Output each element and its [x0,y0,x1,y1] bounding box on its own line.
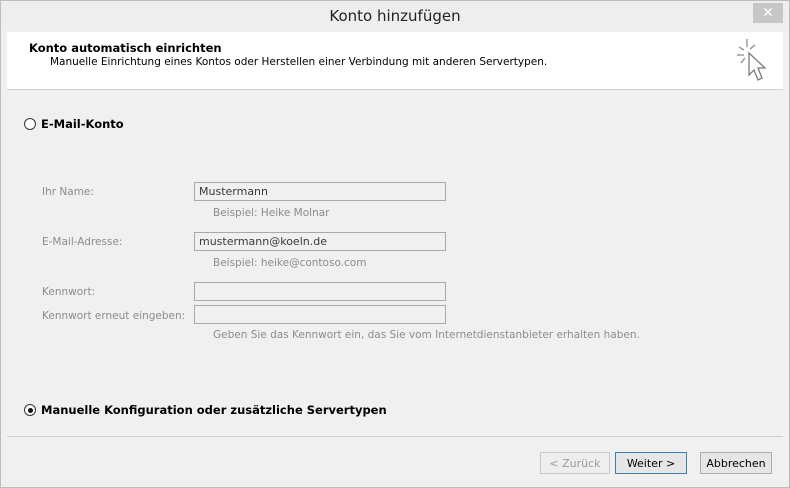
window-title: Konto hinzufügen [329,7,461,25]
title-bar: Konto hinzufügen ✕ [1,1,789,31]
password-field[interactable] [194,282,446,301]
email-account-radio[interactable] [24,118,36,130]
name-label: Ihr Name: [42,186,94,198]
name-field[interactable]: Mustermann [194,182,446,201]
password-repeat-label: Kennwort erneut eingeben: [42,310,186,322]
manual-config-radio[interactable] [24,404,36,416]
password-label: Kennwort: [42,286,96,298]
cancel-button[interactable]: Abbrechen [700,452,772,474]
email-label: E-Mail-Adresse: [42,236,123,248]
header-title: Konto automatisch einrichten [29,41,222,55]
footer-divider [7,436,783,437]
manual-config-label[interactable]: Manuelle Konfiguration oder zusätzliche … [41,403,387,417]
wizard-header: Konto automatisch einrichten Manuelle Ei… [7,32,783,90]
header-subtitle: Manuelle Einrichtung eines Kontos oder H… [50,56,548,68]
close-icon: ✕ [762,5,774,21]
back-button[interactable]: < Zurück [540,452,610,474]
password-hint: Geben Sie das Kennwort ein, das Sie vom … [213,329,640,341]
wizard-cursor-icon [737,39,767,81]
add-account-dialog: Konto hinzufügen ✕ Konto automatisch ein… [0,0,790,488]
close-button[interactable]: ✕ [753,3,783,23]
email-account-label[interactable]: E-Mail-Konto [41,117,124,131]
password-repeat-field[interactable] [194,305,446,324]
email-field[interactable]: mustermann@koeln.de [194,232,446,251]
email-hint: Beispiel: heike@contoso.com [213,257,367,269]
next-button[interactable]: Weiter > [615,452,687,474]
name-hint: Beispiel: Heike Molnar [213,207,330,219]
